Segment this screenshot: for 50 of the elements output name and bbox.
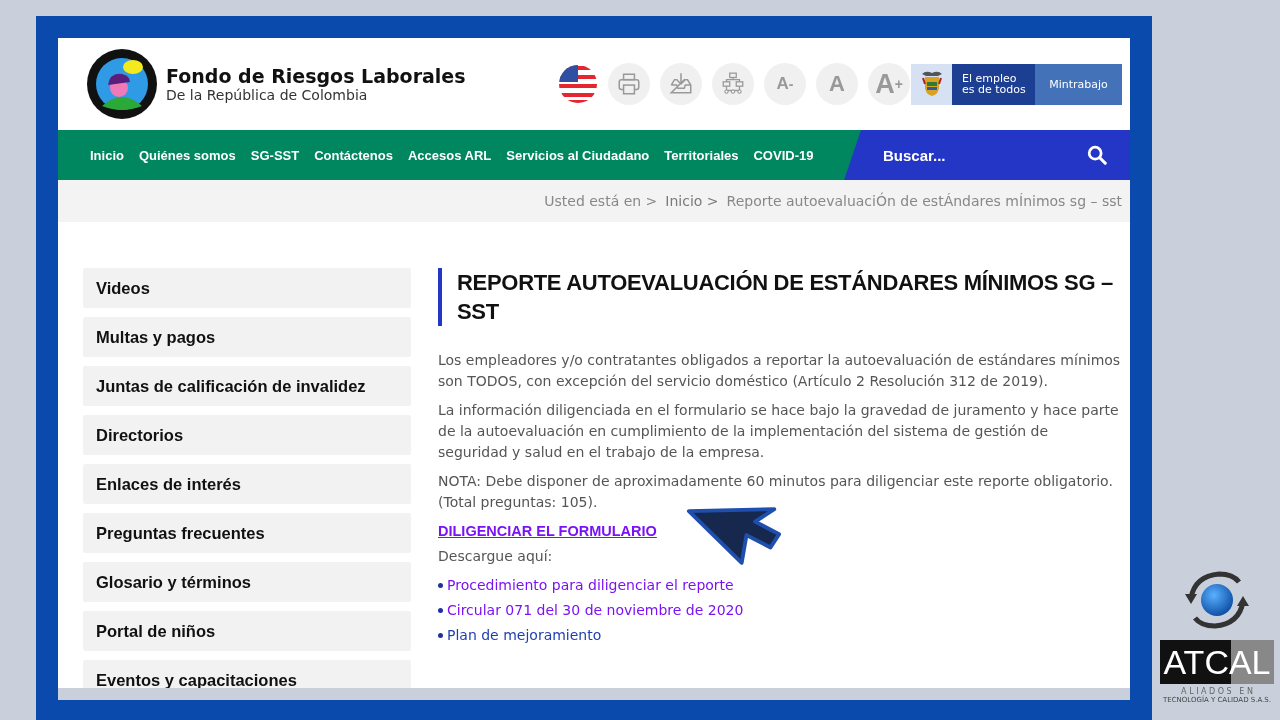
sidebar-item[interactable]: Eventos y capacitaciones: [83, 660, 411, 688]
printer-icon: [616, 71, 642, 97]
nav-link[interactable]: Servicios al Ciudadano: [506, 147, 650, 163]
ministry-name: Mintrabajo: [1049, 77, 1108, 91]
slogan-text: El empleo es de todos: [952, 63, 1035, 105]
paragraph: La información diligenciada en el formulario se hace bajo la gravedad de juramento y hace parte de la autoevaluación en cumplimiento de la implementación del sistema de gestión de seguridad y salud en el trabajo de la empresa.: [438, 401, 1120, 462]
bullet-icon: [438, 633, 443, 638]
flag-icon[interactable]: [558, 64, 598, 104]
bullet-icon: [438, 608, 443, 613]
page-heading: REPORTE AUTOEVALUACIÓN DE ESTÁNDARES MÍNIMOS SG – SST: [457, 269, 1114, 326]
sitemap-button[interactable]: [712, 63, 754, 105]
download-link[interactable]: Circular 071 del 30 de noviembre de 2020: [447, 600, 744, 621]
breadcrumb-text: Reporte autoevaluaciÓn de estÁndares mÍnimos sg – sst: [726, 193, 1122, 209]
sidebar-item[interactable]: Videos: [83, 268, 411, 308]
crest-icon: [919, 70, 944, 98]
nav-link[interactable]: Territoriales: [664, 147, 739, 163]
download-link[interactable]: Procedimiento para diligenciar el reporte: [447, 575, 734, 596]
nav-link[interactable]: Contáctenos: [314, 147, 393, 163]
sidebar-item[interactable]: Preguntas frecuentes: [83, 513, 411, 553]
nav-link[interactable]: Quiénes somos: [138, 147, 236, 163]
logo-icon: [86, 48, 158, 120]
breadcrumb-text: Usted está en >: [544, 193, 658, 209]
nav-link[interactable]: SG-SST: [250, 147, 300, 163]
download-button[interactable]: [660, 63, 702, 105]
sidebar-item[interactable]: Juntas de calificación de invalidez: [83, 366, 411, 406]
sidebar-item[interactable]: Multas y pagos: [83, 317, 411, 357]
nav-link[interactable]: COVID-19: [753, 147, 814, 163]
print-button[interactable]: [608, 63, 650, 105]
breadcrumb-link[interactable]: Inicio >: [665, 193, 719, 209]
site-subtitle: De la República de Colombia: [166, 87, 369, 103]
nav-link[interactable]: Inicio: [90, 147, 124, 163]
sidebar-item[interactable]: Portal de niños: [83, 611, 411, 651]
sidebar-item[interactable]: Enlaces de interés: [83, 464, 411, 504]
paragraph: NOTA: Debe disponer de aproximadamente 60 minutos para diligenciar este reporte obligatorio. (Total preguntas: 105).: [438, 472, 1114, 512]
site-title: Fondo de Riesgos Laborales: [166, 65, 466, 87]
sidebar-item[interactable]: Directorios: [83, 415, 411, 455]
brand-tagline: A L I A D O S E N: [1181, 687, 1253, 696]
government-banner[interactable]: El empleo es de todos Mintrabajo: [911, 63, 1122, 105]
paragraph: Los empleadores y/o contratantes obligados a reportar la autoevaluación de estándares mínimos son TODOS, con excepción del servicio doméstico (Artículo 2 Resolución 312 de 2019).: [438, 351, 1122, 391]
download-link[interactable]: Plan de mejoramiento: [447, 625, 602, 646]
nav-link[interactable]: Accesos ARL: [407, 147, 492, 163]
pointer-arrow-icon: [686, 507, 782, 567]
brand-name: ATCAL: [1160, 640, 1274, 684]
bullet-icon: [438, 583, 443, 588]
form-link[interactable]: DILIGENCIAR EL FORMULARIO: [438, 523, 657, 539]
sidebar-item[interactable]: Glosario y términos: [83, 562, 411, 602]
sitemap-icon: [720, 71, 746, 97]
download-label: Descargue aquí:: [438, 547, 554, 566]
search-icon[interactable]: [1086, 144, 1108, 166]
search-field[interactable]: Buscar...: [881, 145, 1086, 165]
